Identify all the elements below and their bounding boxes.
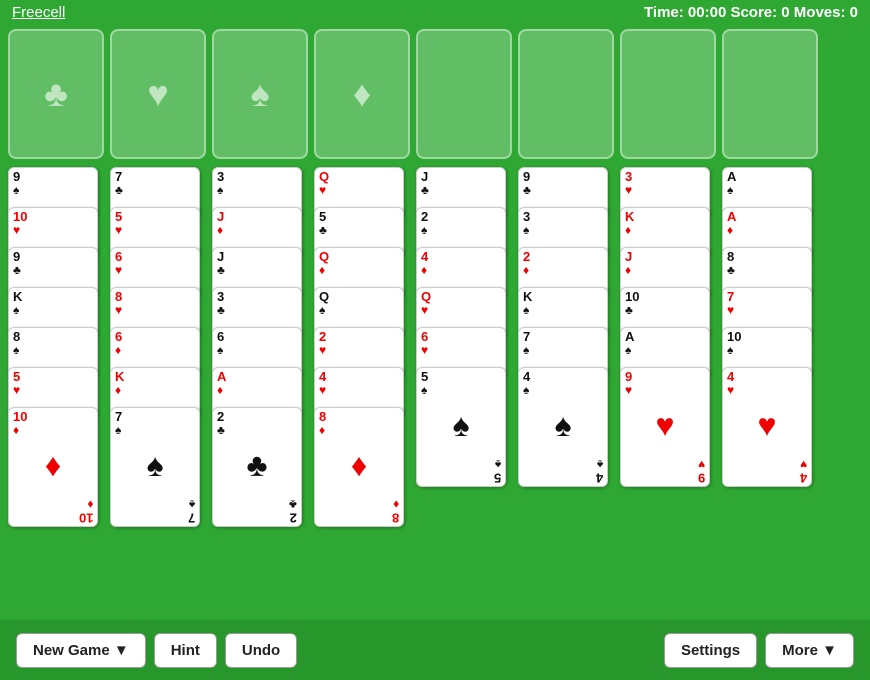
table-row[interactable]: 2♣♣2♣ — [212, 407, 302, 527]
footer: New Game ▼ Hint Undo Settings More ▼ — [0, 620, 870, 680]
foundation-2[interactable] — [518, 29, 614, 159]
column-1[interactable]: 9♠10♥9♣K♠8♠5♥10♦♦10♦ — [8, 167, 104, 527]
settings-button[interactable]: Settings — [664, 633, 757, 668]
undo-button[interactable]: Undo — [225, 633, 297, 668]
top-row: ♣ ♥ ♠ ♦ — [8, 29, 862, 159]
free-cell-3[interactable]: ♠ — [212, 29, 308, 159]
table-row[interactable]: 9♥♥9♥ — [620, 367, 710, 487]
column-8[interactable]: A♠A♦8♣7♥10♠4♥♥4♥ — [722, 167, 818, 487]
table-row[interactable]: 8♦♦8♦ — [314, 407, 404, 527]
column-7[interactable]: 3♥K♦J♦10♣A♠9♥♥9♥ — [620, 167, 716, 487]
table-row[interactable]: 4♥♥4♥ — [722, 367, 812, 487]
more-button[interactable]: More ▼ — [765, 633, 854, 668]
free-cell-4[interactable]: ♦ — [314, 29, 410, 159]
stats-display: Time: 00:00 Score: 0 Moves: 0 — [644, 4, 858, 21]
foundation-4[interactable] — [722, 29, 818, 159]
table-row[interactable]: 5♠♠5♠ — [416, 367, 506, 487]
new-game-button[interactable]: New Game ▼ — [16, 633, 146, 668]
table-row[interactable]: 4♠♠4♠ — [518, 367, 608, 487]
column-3[interactable]: 3♠J♦J♣3♣6♠A♦2♣♣2♣ — [212, 167, 308, 527]
hint-button[interactable]: Hint — [154, 633, 217, 668]
foundation-3[interactable] — [620, 29, 716, 159]
game-title[interactable]: Freecell — [12, 4, 65, 21]
column-5[interactable]: J♣2♠4♦Q♥6♥5♠♠5♠ — [416, 167, 512, 487]
columns-area: 9♠10♥9♣K♠8♠5♥10♦♦10♦7♣5♥6♥8♥6♦K♦7♠♠7♠3♠J… — [8, 167, 862, 527]
foundation-1[interactable] — [416, 29, 512, 159]
column-6[interactable]: 9♣3♠2♦K♠7♠4♠♠4♠ — [518, 167, 614, 487]
table-row[interactable]: 10♦♦10♦ — [8, 407, 98, 527]
table-row[interactable]: 7♠♠7♠ — [110, 407, 200, 527]
column-4[interactable]: Q♥5♣Q♦Q♠2♥4♥8♦♦8♦ — [314, 167, 410, 527]
free-cell-2[interactable]: ♥ — [110, 29, 206, 159]
column-2[interactable]: 7♣5♥6♥8♥6♦K♦7♠♠7♠ — [110, 167, 206, 527]
free-cell-1[interactable]: ♣ — [8, 29, 104, 159]
